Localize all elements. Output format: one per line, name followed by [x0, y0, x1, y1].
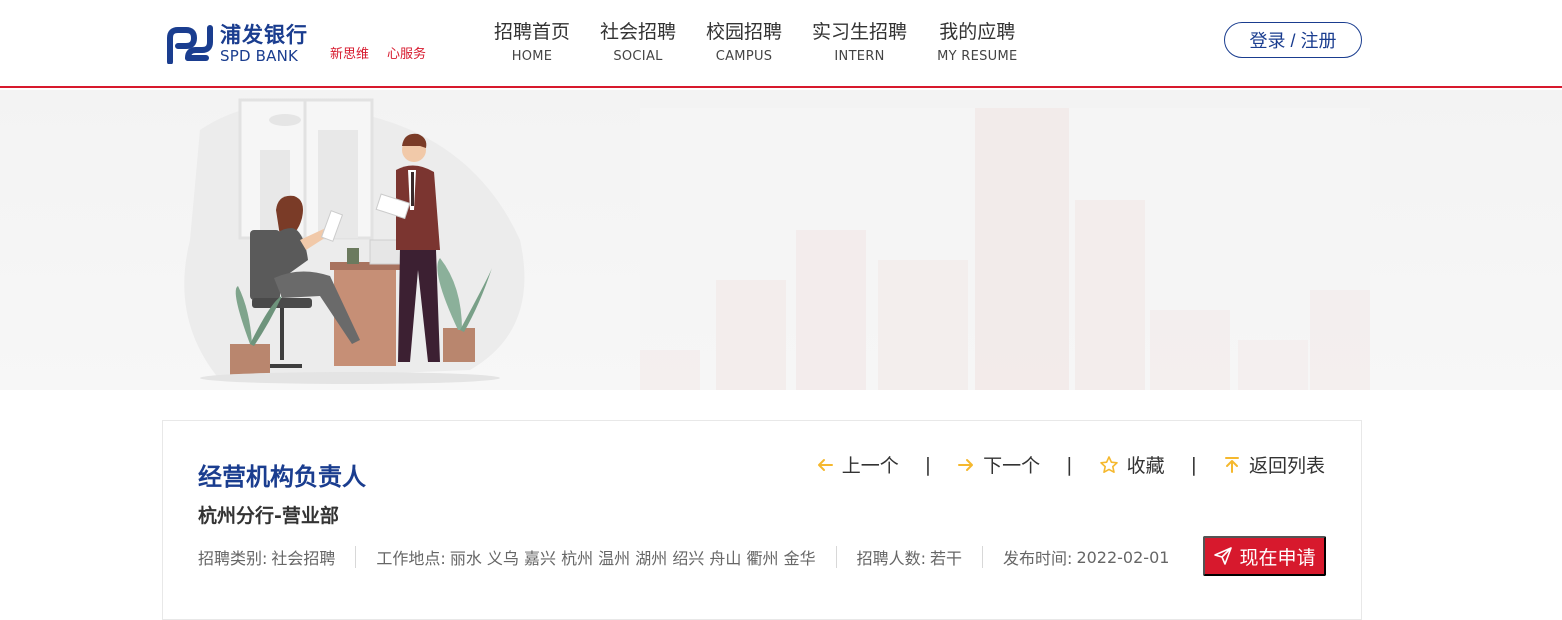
star-icon [1099, 455, 1118, 473]
main-nav: 招聘首页 HOME 社会招聘 SOCIAL 校园招聘 CAMPUS 实习生招聘 … [494, 20, 1048, 64]
favorite-label: 收藏 [1126, 455, 1165, 477]
job-meta: 招聘类别: 社会招聘 工作地点: 丽水 义乌 嘉兴 杭州 温州 湖州 绍兴 舟山… [198, 545, 1169, 569]
meta-date-value: 2022-02-01 [1076, 547, 1170, 567]
nav-label: 我的应聘 [939, 21, 1016, 43]
action-separator: | [1066, 453, 1073, 476]
nav-sublabel: CAMPUS [715, 49, 773, 64]
nav-label: 社会招聘 [600, 21, 677, 43]
hero-banner [0, 90, 1562, 390]
slogan-1: 新思维 [330, 47, 370, 62]
logo-en: SPD BANK [220, 47, 299, 65]
arrow-right-icon [958, 458, 974, 471]
spd-logo-icon [167, 25, 213, 64]
nav-label: 实习生招聘 [812, 21, 908, 43]
meta-location: 工作地点: 丽水 义乌 嘉兴 杭州 温州 湖州 绍兴 舟山 衢州 金华 [376, 545, 815, 569]
meta-divider [982, 546, 984, 568]
meta-date: 发布时间: 2022-02-01 [1003, 545, 1169, 569]
paper-plane-icon [1214, 547, 1233, 565]
nav-label: 招聘首页 [494, 21, 571, 43]
nav-label: 校园招聘 [706, 21, 783, 43]
back-to-list-label: 返回列表 [1248, 455, 1325, 477]
site-header: 浦发银行 SPD BANK 新思维 心服务 招聘首页 HOME 社会招聘 SOC… [0, 0, 1562, 88]
logo-text: 浦发银行 SPD BANK [220, 25, 308, 64]
nav-intern[interactable]: 实习生招聘 INTERN [812, 20, 907, 64]
meta-count: 招聘人数: 若干 [857, 545, 962, 569]
meta-divider [835, 546, 837, 568]
action-separator: | [1190, 453, 1197, 476]
nav-sublabel: MY RESUME [937, 49, 1018, 64]
meta-divider [355, 546, 357, 568]
back-to-list-link[interactable]: 返回列表 [1223, 451, 1325, 478]
meta-date-key: 发布时间: [1003, 549, 1073, 568]
meta-category-key: 招聘类别: [198, 549, 268, 568]
nav-sublabel: INTERN [834, 49, 885, 64]
nav-social[interactable]: 社会招聘 SOCIAL [600, 20, 676, 64]
nav-my-resume[interactable]: 我的应聘 MY RESUME [937, 20, 1017, 64]
apply-now-button[interactable]: 现在申请 [1203, 536, 1326, 576]
job-title: 经营机构负责人 [198, 463, 366, 491]
job-department: 杭州分行-营业部 [198, 505, 339, 527]
meta-location-key: 工作地点: [376, 549, 446, 568]
meta-count-key: 招聘人数: [856, 549, 927, 568]
job-detail-card: 经营机构负责人 杭州分行-营业部 上一个 | 下一个 | 收藏 | 返回列表 招… [162, 420, 1362, 620]
next-job-label: 下一个 [983, 455, 1041, 477]
favorite-button[interactable]: 收藏 [1099, 451, 1165, 478]
nav-sublabel: HOME [511, 49, 553, 64]
meta-count-value: 若干 [930, 549, 963, 568]
apply-now-label: 现在申请 [1239, 547, 1316, 569]
login-register-button[interactable]: 登录 / 注册 [1224, 22, 1362, 58]
arrow-up-to-top-icon [1224, 456, 1239, 473]
office-illustration [184, 98, 1370, 390]
meta-location-value: 丽水 义乌 嘉兴 杭州 温州 湖州 绍兴 舟山 衢州 金华 [449, 549, 816, 568]
prev-job-label: 上一个 [841, 455, 899, 477]
nav-sublabel: SOCIAL [613, 49, 663, 64]
job-actions: 上一个 | 下一个 | 收藏 | 返回列表 [816, 451, 1325, 478]
logo-slogan: 新思维 心服务 [330, 43, 426, 64]
logo-cn: 浦发银行 [220, 23, 308, 47]
meta-category: 招聘类别: 社会招聘 [198, 545, 335, 569]
logo[interactable]: 浦发银行 SPD BANK 新思维 心服务 [166, 24, 426, 64]
slogan-2: 心服务 [387, 47, 427, 62]
arrow-left-icon [817, 458, 833, 471]
next-job-link[interactable]: 下一个 [957, 451, 1040, 478]
meta-category-value: 社会招聘 [271, 549, 336, 568]
action-separator: | [924, 453, 932, 476]
nav-home[interactable]: 招聘首页 HOME [494, 20, 570, 64]
prev-job-link[interactable]: 上一个 [816, 451, 899, 478]
nav-campus[interactable]: 校园招聘 CAMPUS [706, 20, 782, 64]
